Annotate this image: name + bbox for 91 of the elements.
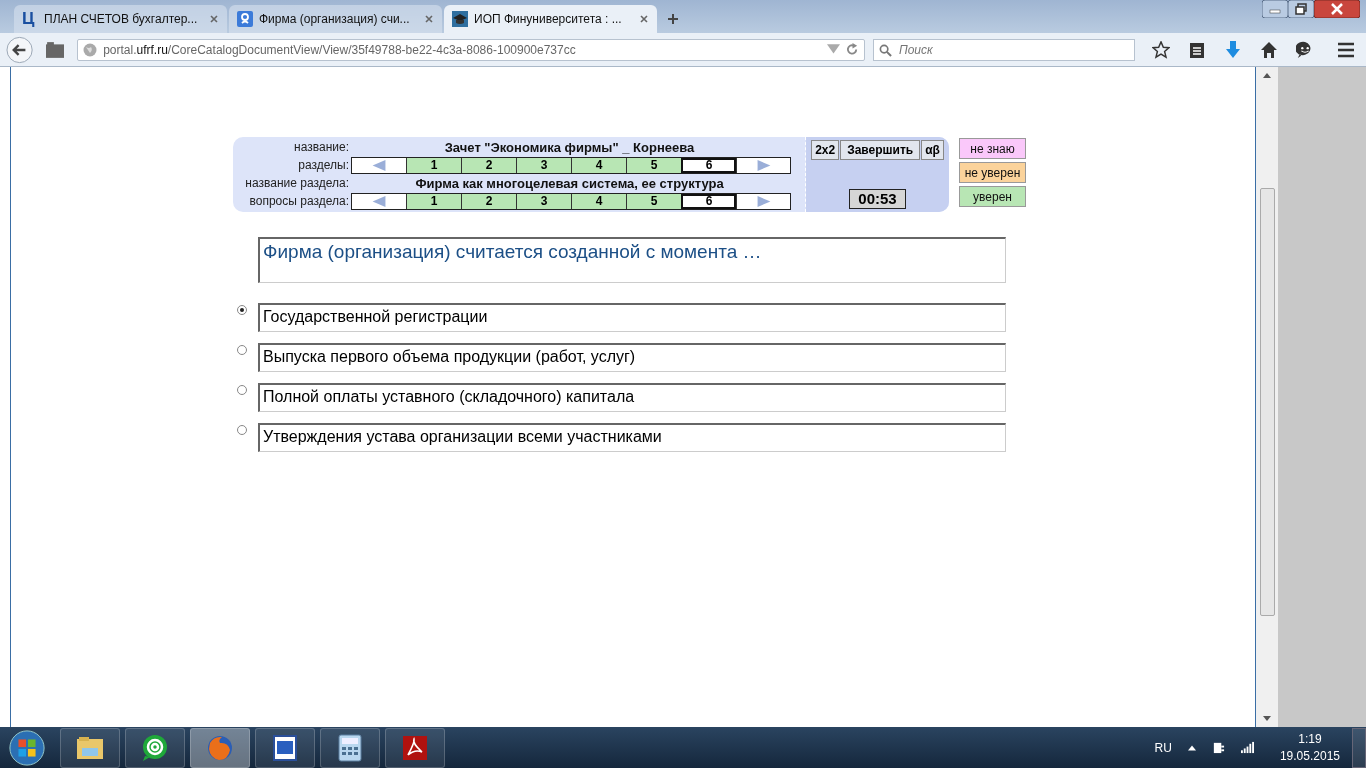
question-tab[interactable]: 5 [626,193,681,209]
document-icon [271,733,299,762]
question-tab[interactable]: 4 [571,193,626,209]
answer-option[interactable]: Государственной регистрации [258,303,1006,332]
field-label: вопросы раздела: [248,194,350,208]
address-bar[interactable]: portal.ufrf.ru/CoreCatalogDocumentView/View/35f49788-be22-4c3a-8086-100900e737cc [77,38,865,61]
scrollbar[interactable] [1256,67,1278,727]
reload-icon[interactable] [846,43,859,56]
radio-button[interactable] [237,425,247,435]
browser-tab[interactable]: Фирма (организация) счи... [229,5,442,33]
answer-option[interactable]: Полной оплаты уставного (складочного) капитала [258,383,1006,412]
tool-button[interactable]: αβ [921,140,944,160]
close-icon[interactable] [1314,0,1360,18]
chat-bubble-icon [141,733,169,762]
close-icon[interactable] [424,14,434,24]
search-icon [879,43,892,57]
language-indicator[interactable]: RU [1154,740,1172,755]
right-arrow-icon [756,195,771,207]
taskbar-button[interactable] [60,727,120,768]
tab-title: ПЛАН СЧЕТОВ бухгалтер... [44,12,199,26]
section-title: Фирма как многоцелевая система, ее структура [414,175,725,191]
question-text: Фирма (организация) считается созданной с момента … [258,237,1006,283]
field-label: название раздела: [244,176,350,190]
scroll-thumb[interactable] [1259,188,1275,616]
section-tab[interactable]: 1 [406,157,461,173]
scroll-up-icon[interactable] [1263,73,1271,78]
url-text: portal.ufrf.ru/CoreCatalogDocumentView/View/35f49788-be22-4c3a-8086-100900e737cc [103,42,576,57]
scroll-down-icon[interactable] [1263,716,1271,721]
radio-button[interactable] [237,385,247,395]
search-field[interactable]: Поиск [873,38,1135,61]
confidence-button[interactable]: не знаю [959,138,1026,159]
globe-icon [83,42,98,57]
download-icon[interactable] [1224,40,1242,59]
radio-button[interactable] [237,345,247,355]
section-tab[interactable]: 6 [681,157,736,173]
tab-title: ИОП Финуниверситета : ... [474,12,623,26]
next-button[interactable] [736,193,790,209]
left-arrow-icon [372,195,386,207]
answer-option[interactable]: Утверждения устава организации всеми участниками [258,423,1006,452]
test-title: Зачет "Экономика фирмы" _ Корнеева [443,139,696,155]
section-tab[interactable]: 2 [461,157,516,173]
previous-button[interactable] [352,193,406,209]
tool-button[interactable]: Завершить [840,140,921,160]
browser-icon [206,733,234,762]
graduation-cap-icon [452,11,468,27]
field-label: название: [293,140,350,154]
tool-button[interactable]: 2x2 [811,140,840,160]
clipboard-icon[interactable] [1188,40,1206,59]
restore-icon[interactable] [1288,0,1314,18]
pdf-icon [401,733,429,762]
question-tab[interactable]: 2 [461,193,516,209]
new-tab-icon[interactable] [667,13,679,25]
close-icon[interactable] [209,14,219,24]
right-arrow-icon [756,159,771,171]
confidence-button[interactable]: не уверен [959,162,1026,183]
previous-button[interactable] [352,157,406,173]
taskbar-button[interactable] [125,727,185,768]
site-logo: Ц [22,9,36,29]
question-tab[interactable]: 6 [681,193,736,209]
taskbar-button[interactable] [385,727,445,768]
start-button[interactable] [8,728,46,767]
home-icon[interactable] [1260,40,1278,59]
folder-icon[interactable] [46,40,65,59]
timer: 00:53 [849,189,906,209]
question-tab[interactable]: 1 [406,193,461,209]
search-engine-icon [237,11,253,27]
browser-tab[interactable]: Ц ПЛАН СЧЕТОВ бухгалтер... [14,5,227,33]
show-hidden-icons-icon[interactable] [1187,744,1196,751]
radio-button[interactable] [237,305,247,315]
confidence-button[interactable]: уверен [959,186,1026,207]
signal-bars-icon[interactable] [1240,741,1254,754]
star-icon[interactable] [1152,40,1170,59]
tab-title: Фирма (организация) счи... [259,12,411,26]
clock-date: 19.05.2015 [1279,749,1340,763]
answer-option[interactable]: Выпуска первого объема продукции (работ, услуг) [258,343,1006,372]
close-icon[interactable] [639,14,649,24]
left-arrow-icon [372,159,386,171]
section-tab[interactable]: 5 [626,157,681,173]
menu-icon[interactable] [1337,40,1355,59]
back-icon[interactable] [6,35,34,64]
power-plug-icon[interactable] [1211,741,1225,754]
taskbar-button[interactable] [320,727,380,768]
field-label: разделы: [297,158,350,172]
taskbar-button[interactable] [255,727,315,768]
calculator-icon [336,733,364,762]
browser-tab[interactable]: ИОП Финуниверситета : ... [444,5,657,33]
section-tab[interactable]: 4 [571,157,626,173]
next-button[interactable] [736,157,790,173]
question-tab[interactable]: 3 [516,193,571,209]
section-tab[interactable]: 3 [516,157,571,173]
clock-time: 1:19 [1298,732,1322,746]
